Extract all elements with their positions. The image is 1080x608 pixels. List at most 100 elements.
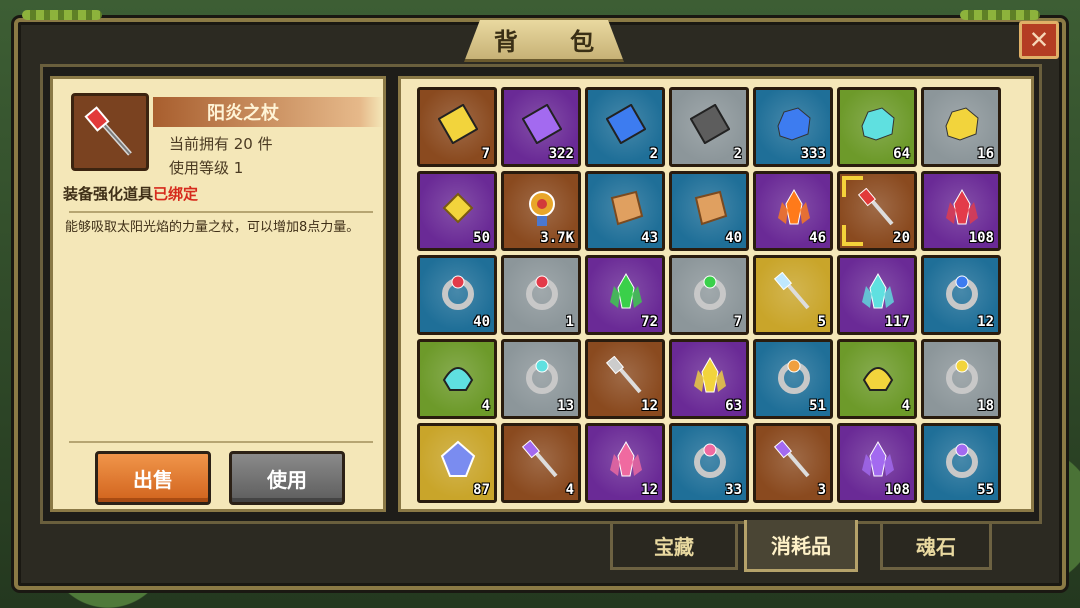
amethyst-ring-icon — [946, 443, 978, 478]
item-count: 1 — [565, 314, 574, 330]
blue-ore-icon — [777, 107, 811, 141]
inventory-slot[interactable]: 1 — [501, 255, 581, 335]
inventory-slot[interactable]: 322 — [501, 87, 581, 167]
inventory-slot[interactable]: 4 — [417, 339, 497, 419]
item-info-panel: 阳炎之杖 当前拥有 20 件 使用等级 1 装备强化道具已绑定 能够吸取太阳光焰… — [50, 76, 386, 512]
inventory-slot[interactable]: 108 — [837, 423, 917, 503]
inventory-slot[interactable]: 46 — [753, 171, 833, 251]
item-count: 13 — [557, 398, 574, 414]
close-button[interactable]: ✕ — [1019, 21, 1059, 59]
gold-helm-icon — [862, 367, 894, 391]
inventory-slot[interactable]: 16 — [921, 87, 1001, 167]
tab-treasure[interactable]: 宝藏 — [610, 524, 738, 570]
inventory-slot[interactable]: 4 — [501, 423, 581, 503]
item-count: 108 — [884, 482, 910, 498]
inventory-slot[interactable]: 51 — [753, 339, 833, 419]
item-count: 4 — [481, 398, 490, 414]
red-crystal-icon — [946, 188, 978, 225]
inventory-slot[interactable]: 63 — [669, 339, 749, 419]
pink-crystal-icon — [610, 440, 642, 477]
inventory-slot[interactable]: 20 — [837, 171, 917, 251]
golden-rune-icon — [442, 192, 474, 224]
inventory-slot[interactable]: 87 — [417, 423, 497, 503]
cyan-ore-icon — [861, 107, 895, 141]
purple-book-icon — [522, 104, 562, 144]
window-title: 背 包 — [464, 20, 624, 62]
cyan-helm-icon — [442, 367, 474, 391]
item-count: 72 — [641, 314, 658, 330]
purple-staff-icon — [774, 440, 810, 478]
item-type-label: 装备强化道具 — [63, 185, 154, 203]
inventory-slot[interactable]: 64 — [837, 87, 917, 167]
violet-crystal-icon — [862, 440, 894, 477]
gold-ore-icon — [945, 107, 979, 141]
bound-status: 已绑定 — [153, 185, 199, 203]
yellow-gem-card-icon — [438, 104, 478, 144]
item-count: 4 — [901, 398, 910, 414]
red-ring-icon — [526, 275, 558, 310]
item-count: 40 — [725, 230, 742, 246]
inventory-slot[interactable]: 4 — [837, 339, 917, 419]
pink-ring-icon — [694, 443, 726, 478]
item-count: 4 — [565, 482, 574, 498]
inventory-slot[interactable]: 108 — [921, 171, 1001, 251]
item-type-line: 装备强化道具已绑定 — [63, 183, 198, 204]
medal-icon — [529, 191, 555, 226]
item-count: 12 — [641, 398, 658, 414]
item-count: 87 — [473, 482, 490, 498]
vine-decoration-right — [960, 10, 1040, 20]
owned-count-label: 当前拥有 20 件 — [169, 135, 273, 153]
inventory-slot[interactable]: 50 — [417, 171, 497, 251]
item-count: 18 — [977, 398, 994, 414]
ruby-ring-icon — [442, 275, 474, 310]
tab-consumables[interactable]: 消耗品 — [744, 520, 858, 572]
inventory-slot[interactable]: 13 — [501, 339, 581, 419]
inventory-slot[interactable]: 5 — [753, 255, 833, 335]
item-name: 阳炎之杖 — [153, 97, 383, 127]
item-description: 能够吸取太阳光焰的力量之杖，可以增加8点力量。 — [65, 220, 360, 235]
tab-soulstone[interactable]: 魂石 — [880, 524, 992, 570]
item-count: 7 — [481, 146, 490, 162]
inventory-slot[interactable]: 7 — [669, 255, 749, 335]
item-count: 64 — [893, 146, 910, 162]
inventory-slot[interactable]: 3.7K — [501, 171, 581, 251]
inventory-slot[interactable]: 2 — [585, 87, 665, 167]
ice-wand-icon — [774, 272, 810, 310]
green-crystal-icon — [610, 272, 642, 309]
sapphire-ring-icon — [946, 275, 978, 310]
item-count: 3 — [817, 482, 826, 498]
inventory-slot[interactable]: 12 — [921, 255, 1001, 335]
item-count: 46 — [809, 230, 826, 246]
item-count: 51 — [809, 398, 826, 414]
selected-item-icon — [71, 93, 149, 171]
inventory-slot[interactable]: 333 — [753, 87, 833, 167]
item-count: 2 — [733, 146, 742, 162]
inventory-slot[interactable]: 40 — [417, 255, 497, 335]
item-count: 50 — [473, 230, 490, 246]
inventory-slot[interactable]: 18 — [921, 339, 1001, 419]
green-ring-icon — [694, 275, 726, 310]
inventory-slot[interactable]: 3 — [753, 423, 833, 503]
inventory-slot[interactable]: 117 — [837, 255, 917, 335]
cyan-crystal-icon — [862, 272, 894, 309]
inventory-slot[interactable]: 12 — [585, 339, 665, 419]
inventory-slot[interactable]: 72 — [585, 255, 665, 335]
divider-top — [69, 211, 373, 213]
item-count: 55 — [977, 482, 994, 498]
item-count: 108 — [968, 230, 994, 246]
inventory-slot[interactable]: 2 — [669, 87, 749, 167]
item-count: 5 — [817, 314, 826, 330]
amber-ring-icon — [778, 359, 810, 394]
inventory-slot[interactable]: 40 — [669, 171, 749, 251]
inventory-slot[interactable]: 55 — [921, 423, 1001, 503]
staff-icon — [606, 356, 642, 394]
use-button[interactable]: 使用 — [229, 451, 345, 505]
sell-button[interactable]: 出售 — [95, 451, 211, 505]
inventory-slot[interactable]: 7 — [417, 87, 497, 167]
item-count: 20 — [893, 230, 910, 246]
use-level-label: 使用等级 1 — [169, 159, 244, 177]
cyan-ring-icon — [526, 359, 558, 394]
inventory-slot[interactable]: 43 — [585, 171, 665, 251]
inventory-slot[interactable]: 33 — [669, 423, 749, 503]
inventory-slot[interactable]: 12 — [585, 423, 665, 503]
